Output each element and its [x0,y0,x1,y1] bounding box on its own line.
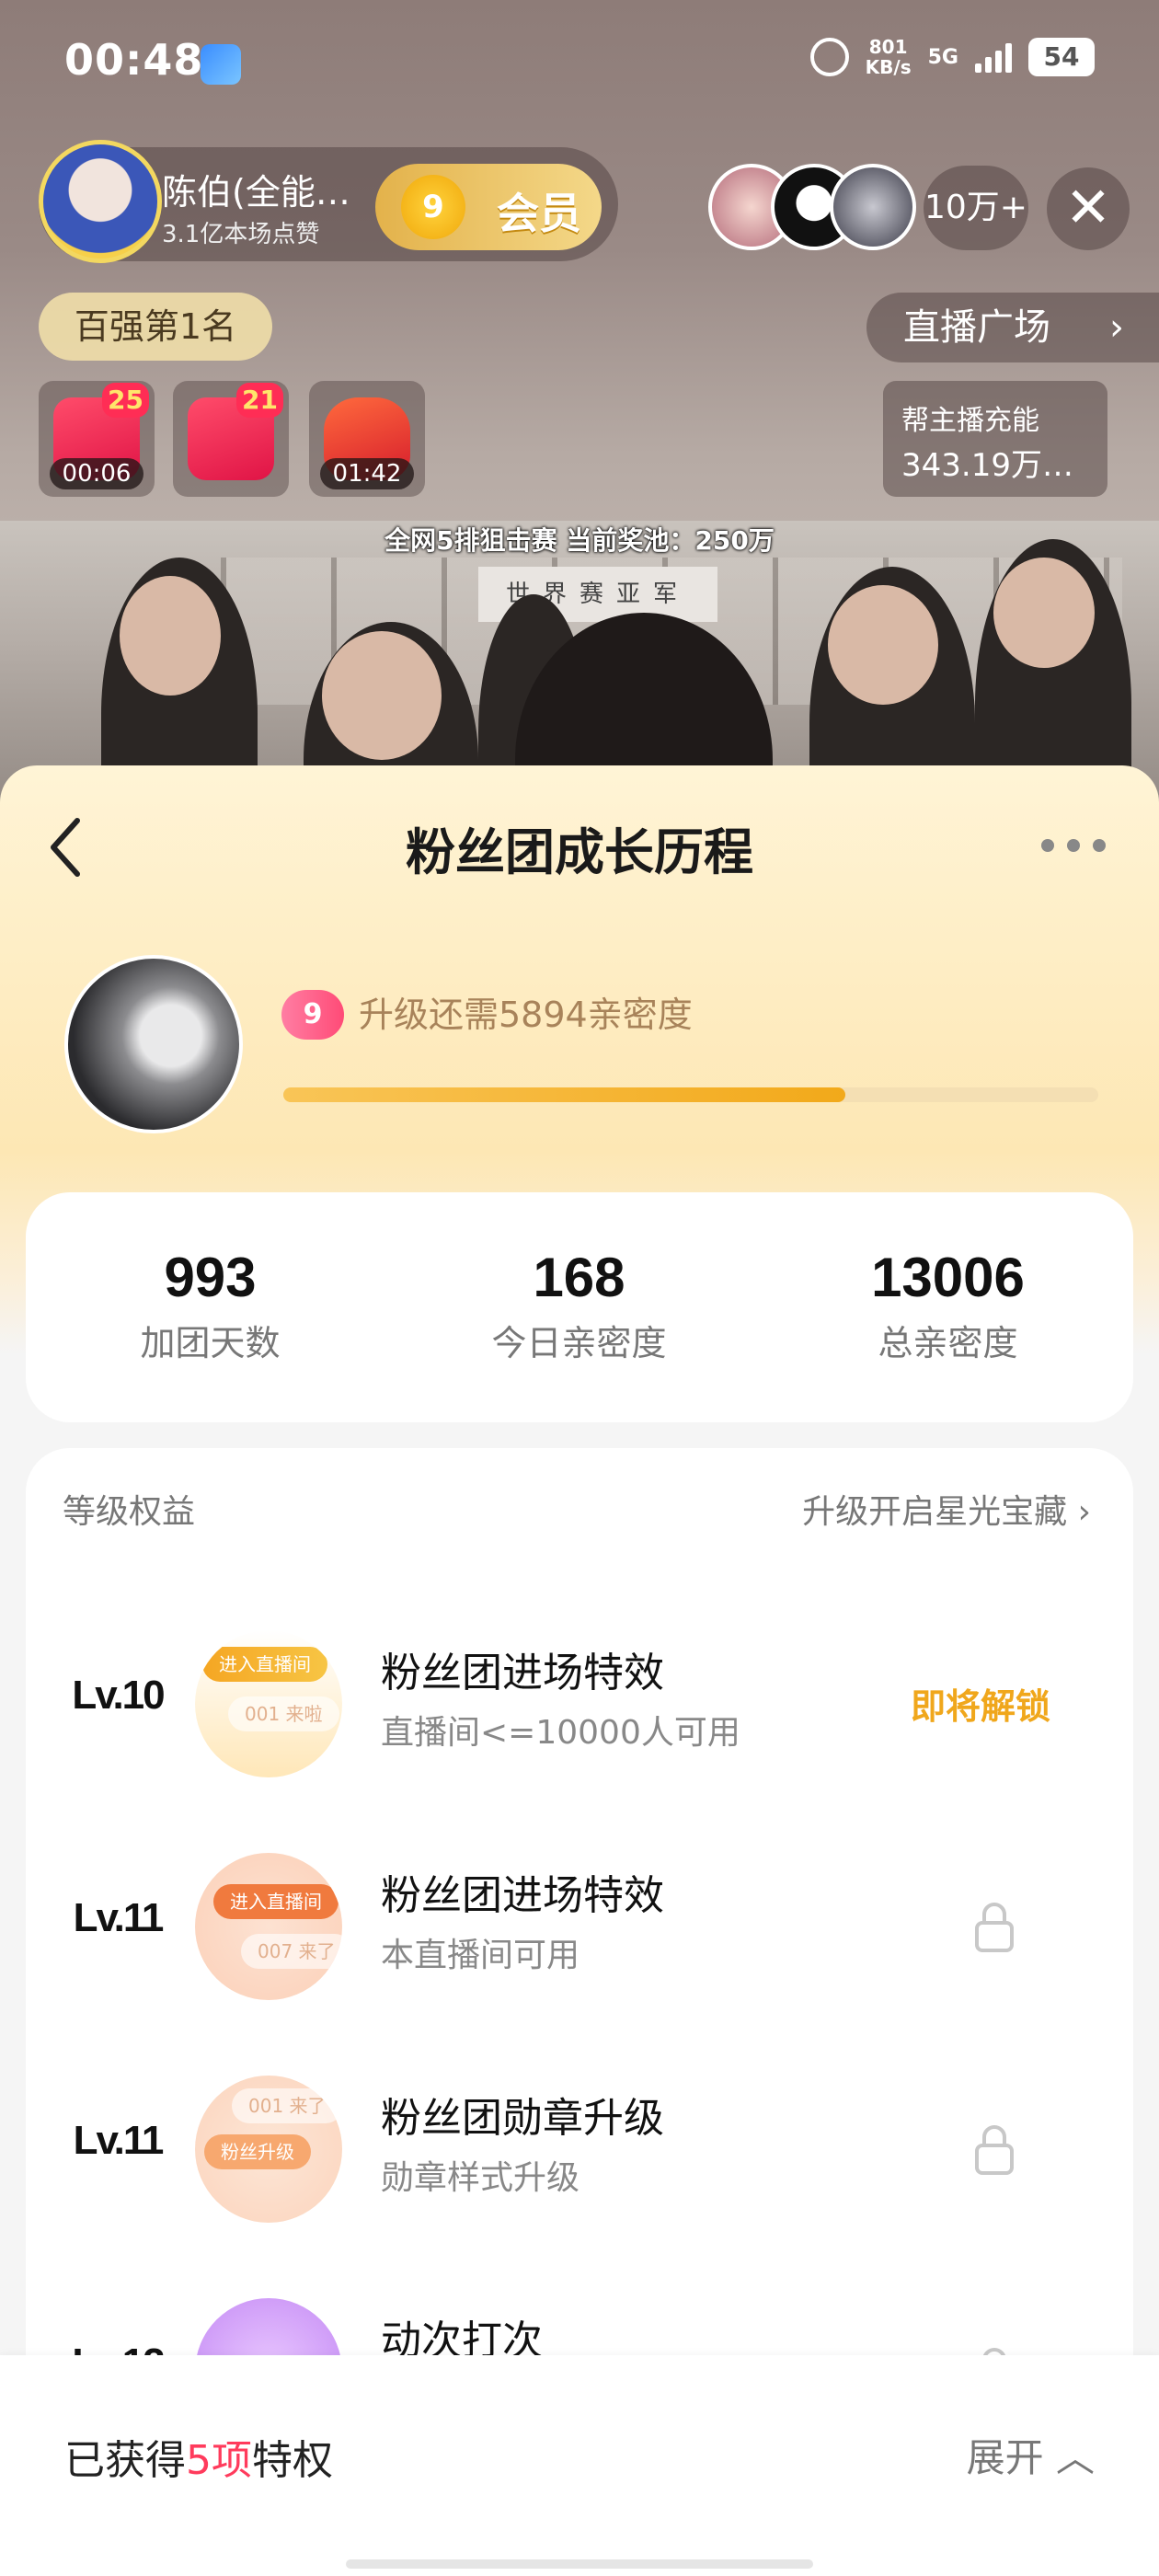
expand-label: 展开 [966,2435,1044,2480]
intimacy-progress-fill [283,1087,846,1102]
rights-level: Lv.10 [72,1673,165,1718]
sheet-title: 粉丝团成长历程 [406,823,753,881]
gift-timer: 00:06 [50,458,143,489]
thumb-line: 001 来啦 [228,1696,339,1731]
thumb-tag: 粉丝升级 [204,2134,311,2169]
status-time: 00:48 [64,35,204,85]
status-bar: 00:48 801 KB/s 5G 54 [0,0,1159,120]
stat-value: 993 [164,1247,257,1308]
rights-title: 粉丝团进场特效 [381,1650,664,1696]
streamer-avatar[interactable] [39,140,162,263]
live-plaza-label: 直播广场 [903,306,1050,349]
stat-label: 今日亲密度 [491,1323,667,1363]
vip-heart-icon: 9 [401,175,465,239]
entrance-effect-thumbnail: 进入直播间 007 来了 [195,1853,342,2000]
stats-card: 993 加团天数 168 今日亲密度 13006 总亲密度 [26,1192,1133,1422]
red-packet-gift[interactable]: 25 00:06 [39,381,155,497]
lucky-bag-gift[interactable]: 01:42 [309,381,425,497]
thumb-line: 007 来了 [241,1934,342,1969]
signal-icon [975,41,1012,73]
rights-item[interactable]: Lv.11 001 来了 粉丝升级 粉丝团勋章升级 勋章样式升级 [26,2064,1133,2248]
rights-level: Lv.11 [73,2118,165,2163]
rights-subtitle: 勋章样式升级 [381,2159,580,2197]
audience-face [120,576,221,696]
expand-button[interactable]: 展开 ︿ [967,2427,1095,2483]
thumb-tag: 进入直播间 [213,1884,339,1919]
entrance-effect-thumbnail: 进入直播间 001 来啦 [195,1630,342,1777]
chevron-right-icon: › [1109,306,1124,349]
stat-value: 168 [533,1247,625,1308]
gift-count: 21 [236,383,283,418]
gift-timer: 01:42 [320,458,414,489]
rights-heading: 等级权益 [63,1493,196,1531]
boost-panel[interactable]: 帮主播充能 343.19万… [883,381,1107,497]
privileges-prefix: 已获得 [64,2437,186,2484]
upgrade-hint: 升级还需5894亲密度 [359,995,693,1035]
stat-join-days: 993 加团天数 [26,1192,395,1365]
network-type: 5G [927,45,958,69]
more-options-icon[interactable] [1041,839,1106,852]
chevron-up-icon: ︿ [1055,2435,1095,2480]
unlock-soon-status: 即将解锁 [910,1686,1050,1727]
rights-item[interactable]: Lv.10 进入直播间 001 来啦 粉丝团进场特效 直播间<=10000人可用… [26,1619,1133,1803]
alarm-icon [809,38,849,76]
streamer-name: 陈伯(全能… [162,172,350,213]
red-packet-gift[interactable]: 21 [173,381,289,497]
privileges-count: 5项 [186,2437,252,2484]
close-button[interactable]: ✕ [1047,167,1130,250]
network-speed-unit: KB/s [865,56,912,78]
app-notification-icon [201,44,241,85]
audience-face [828,585,938,705]
boost-label: 帮主播充能 [901,405,1039,437]
stat-total-intimacy: 13006 总亲密度 [763,1192,1132,1365]
intimacy-progress [283,1087,1098,1102]
rights-level: Lv.11 [73,1895,165,1940]
vip-label: 会员 [497,189,581,238]
stat-label: 加团天数 [140,1323,281,1363]
lock-icon [975,1903,1014,1952]
battery-icon: 54 [1028,38,1095,76]
rights-item[interactable]: Lv.11 进入直播间 007 来了 粉丝团进场特效 本直播间可用 [26,1842,1133,2026]
rights-subtitle: 本直播间可用 [381,1937,580,1974]
rights-title: 粉丝团进场特效 [381,1872,664,1919]
audience-face [322,631,442,760]
stat-value: 13006 [871,1247,1025,1308]
badge-upgrade-thumbnail: 001 来了 粉丝升级 [195,2076,342,2223]
user-avatar[interactable] [64,955,243,1133]
viewer-avatar[interactable] [830,164,916,250]
gift-count: 25 [102,383,149,418]
chevron-right-icon: › [1077,1493,1091,1531]
boost-value: 343.19万… [901,447,1073,484]
fan-club-sheet: 粉丝团成长历程 9 升级还需5894亲密度 993 加团天数 168 今日亲密度… [0,765,1159,2576]
thumb-line: 001 来了 [232,2088,342,2123]
rights-title: 粉丝团勋章升级 [381,2095,664,2142]
viewer-count[interactable]: 10万+ [924,166,1028,250]
live-plaza-button[interactable]: 直播广场 › [866,293,1159,362]
video-caption: 全网5排狙击赛 当前奖池：250万 [384,525,775,556]
star-treasure-label: 升级开启星光宝藏 [802,1493,1068,1531]
home-indicator[interactable] [346,2559,813,2569]
fan-heart-icon: 9 [281,990,344,1040]
privileges-summary: 已获得5项特权 [64,2427,333,2486]
lock-icon [975,2125,1014,2175]
thumb-tag: 进入直播间 [202,1647,327,1682]
network-speed: 801 KB/s [866,37,912,77]
star-treasure-link[interactable]: 升级开启星光宝藏 › [802,1485,1091,1533]
network-speed-value: 801 [868,36,908,58]
stat-label: 总亲密度 [878,1323,1018,1363]
rights-subtitle: 直播间<=10000人可用 [381,1714,740,1752]
privileges-suffix: 特权 [252,2437,333,2484]
rank-badge[interactable]: 百强第1名 [39,293,272,361]
privileges-footer: 已获得5项特权 展开 ︿ [0,2355,1159,2576]
stat-today-intimacy: 168 今日亲密度 [395,1192,763,1365]
audience-face [993,558,1095,668]
streamer-likes: 3.1亿本场点赞 [162,221,320,248]
